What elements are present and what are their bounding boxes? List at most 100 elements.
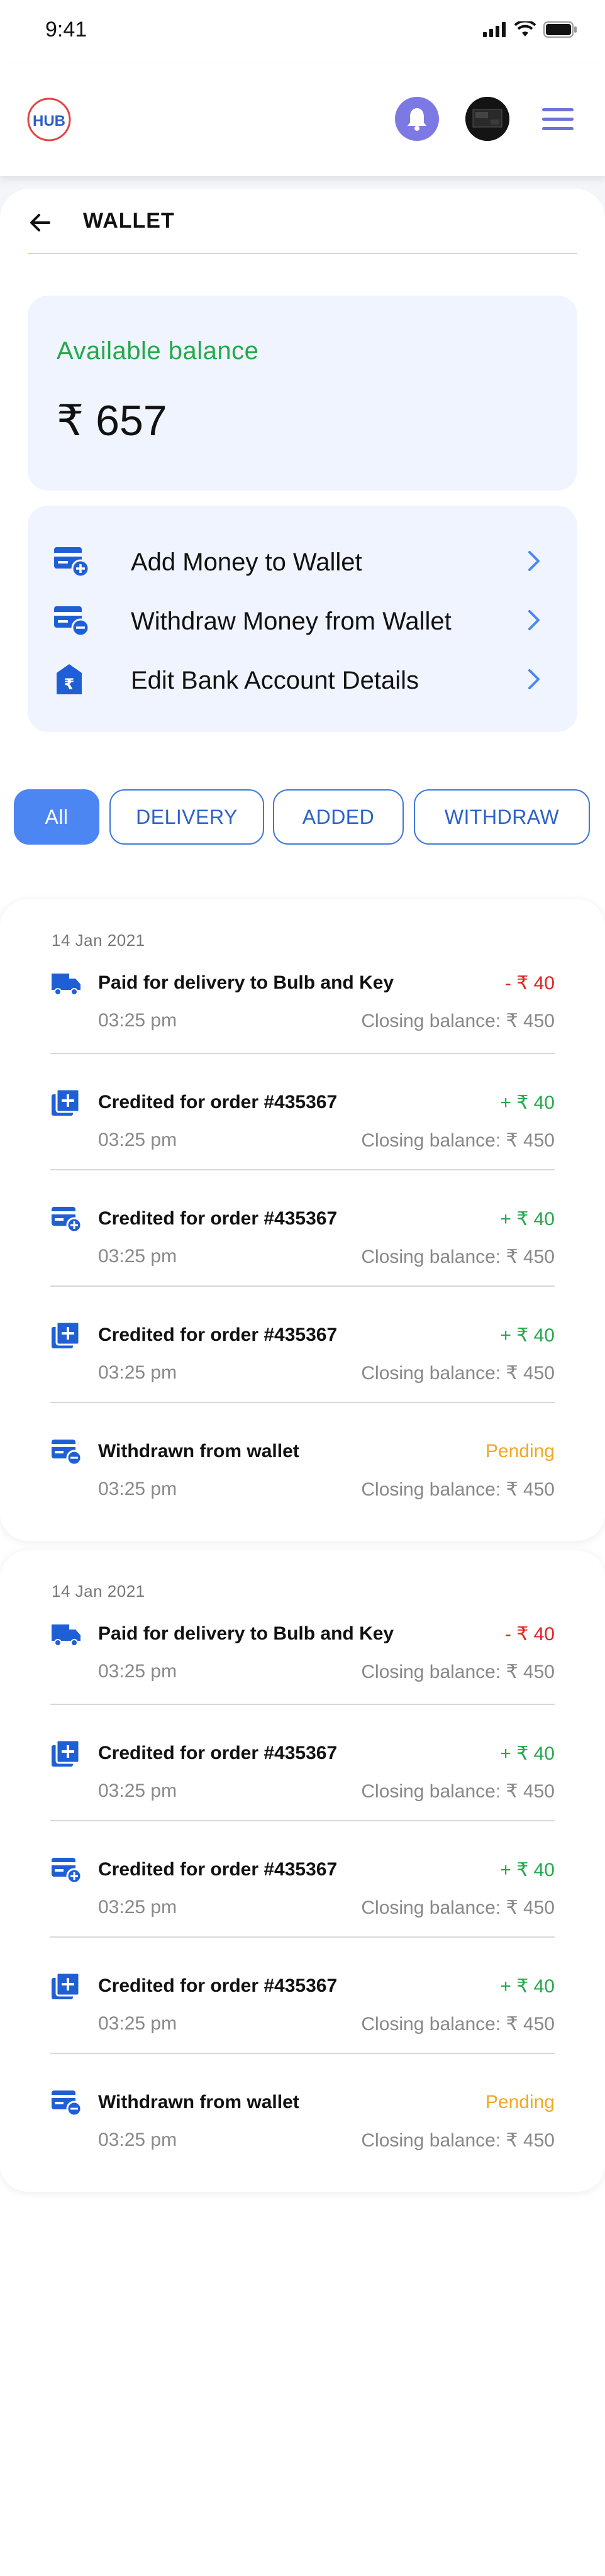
divider xyxy=(50,1704,555,1705)
wallet-withdraw-icon xyxy=(52,1440,82,1466)
transaction-title: Credited for order #435367 xyxy=(98,1859,338,1880)
transaction-time: 03:25 pm xyxy=(98,1362,177,1383)
closing-balance: Closing balance: ₹ 450 xyxy=(361,1897,555,1918)
hamburger-icon xyxy=(542,108,574,130)
balance-label: Available balance xyxy=(57,337,259,365)
transaction-title: Withdrawn from wallet xyxy=(98,1441,299,1462)
transaction-row[interactable]: Credited for order #435367 + ₹ 40 03:25 pm… xyxy=(50,1855,555,1974)
divider xyxy=(50,1820,555,1821)
transaction-amount: Pending xyxy=(485,2092,555,2112)
transaction-title: Withdrawn from wallet xyxy=(98,2092,299,2112)
transaction-amount: + ₹ 40 xyxy=(500,1976,555,1997)
transaction-title: Credited for order #435367 xyxy=(98,1324,338,1345)
transaction-time: 03:25 pm xyxy=(98,1661,177,1682)
closing-balance: Closing balance: ₹ 450 xyxy=(361,1130,555,1151)
delivery-truck-icon xyxy=(52,1624,80,1646)
transaction-row[interactable]: Withdrawn from wallet Pending 03:25 pm Clos… xyxy=(50,2088,555,2206)
transaction-title: Credited for order #435367 xyxy=(98,1092,338,1113)
svg-text:HUB: HUB xyxy=(33,113,65,130)
transaction-time: 03:25 pm xyxy=(98,1780,177,1801)
filter-withdraw[interactable]: WITHDRAW xyxy=(414,789,590,845)
wallet-add-icon xyxy=(54,547,89,577)
credit-plus-icon xyxy=(52,1321,80,1348)
transaction-amount: - ₹ 40 xyxy=(504,1624,555,1645)
bank-rupee-icon: ₹ xyxy=(57,664,82,694)
divider xyxy=(50,2053,555,2054)
wallet-withdraw-icon xyxy=(52,2090,82,2117)
transaction-amount: + ₹ 40 xyxy=(500,1092,555,1113)
transaction-row[interactable]: Credited for order #435367 + ₹ 40 03:25 pm… xyxy=(50,1088,555,1206)
transaction-row[interactable]: Credited for order #435367 + ₹ 40 03:25 pm… xyxy=(50,1972,555,2090)
closing-balance: Closing balance: ₹ 450 xyxy=(361,1781,555,1802)
delivery-truck-icon xyxy=(52,974,80,996)
status-icons xyxy=(483,21,577,38)
filter-all[interactable]: All xyxy=(14,789,99,845)
credit-plus-icon xyxy=(52,1088,80,1116)
transaction-row[interactable]: Withdrawn from wallet Pending 03:25 pm Clos… xyxy=(50,1437,555,1555)
divider xyxy=(50,1285,555,1287)
divider xyxy=(50,1169,555,1170)
closing-balance: Closing balance: ₹ 450 xyxy=(361,1662,555,1682)
closing-balance: Closing balance: ₹ 450 xyxy=(361,1246,555,1267)
closing-balance: Closing balance: ₹ 450 xyxy=(361,2130,555,2151)
transaction-group: 14 Jan 2021 Paid for delivery to Bulb and… xyxy=(0,899,605,1541)
transaction-row[interactable]: Paid for delivery to Bulb and Key - ₹ 40 0… xyxy=(50,1619,555,1738)
transaction-amount: + ₹ 40 xyxy=(500,1743,555,1764)
transaction-title: Paid for delivery to Bulb and Key xyxy=(98,972,394,993)
wallet-actions-card: Add Money to Wallet Withdraw Money from … xyxy=(28,506,577,732)
transaction-time: 03:25 pm xyxy=(98,1010,177,1031)
page-title: WALLET xyxy=(83,209,175,233)
credit-plus-icon xyxy=(52,1972,80,1999)
closing-balance: Closing balance: ₹ 450 xyxy=(361,1479,555,1500)
back-arrow-icon[interactable] xyxy=(28,210,53,235)
divider xyxy=(50,1936,555,1938)
wallet-withdraw-icon xyxy=(54,606,89,636)
transaction-row[interactable]: Credited for order #435367 + ₹ 40 03:25 pm… xyxy=(50,1321,555,1439)
transaction-title: Credited for order #435367 xyxy=(98,1208,338,1229)
filter-delivery[interactable]: DELIVERY xyxy=(109,789,264,845)
avatar[interactable] xyxy=(465,97,509,141)
transaction-time: 03:25 pm xyxy=(98,2129,177,2150)
transaction-amount: Pending xyxy=(485,1441,555,1462)
transaction-title: Paid for delivery to Bulb and Key xyxy=(98,1623,394,1644)
notification-button[interactable] xyxy=(395,97,439,141)
edit-bank-details-action[interactable]: ₹ Edit Bank Account Details xyxy=(28,654,577,704)
wifi-icon xyxy=(514,21,536,36)
divider xyxy=(50,1053,555,1054)
transaction-title: Credited for order #435367 xyxy=(98,1975,338,1996)
signal-icon xyxy=(483,22,506,37)
transaction-time: 03:25 pm xyxy=(98,2013,177,2034)
group-date: 14 Jan 2021 xyxy=(52,931,145,950)
transaction-time: 03:25 pm xyxy=(98,1897,177,1918)
filter-added[interactable]: ADDED xyxy=(273,789,404,845)
transaction-row[interactable]: Credited for order #435367 + ₹ 40 03:25 pm… xyxy=(50,1739,555,1857)
battery-icon xyxy=(543,21,577,38)
withdraw-money-label: Withdraw Money from Wallet xyxy=(131,608,452,635)
transaction-amount: + ₹ 40 xyxy=(500,1209,555,1230)
balance-card: Available balance ₹ 657 xyxy=(28,296,577,491)
transaction-amount: - ₹ 40 xyxy=(504,973,555,994)
transaction-time: 03:25 pm xyxy=(98,1130,177,1150)
transaction-amount: + ₹ 40 xyxy=(500,1325,555,1346)
page-header: WALLET xyxy=(28,189,577,254)
edit-bank-details-label: Edit Bank Account Details xyxy=(131,667,419,694)
add-money-label: Add Money to Wallet xyxy=(131,548,362,576)
hamburger-menu-button[interactable] xyxy=(540,107,576,132)
group-date: 14 Jan 2021 xyxy=(52,1582,145,1601)
transaction-row[interactable]: Paid for delivery to Bulb and Key - ₹ 40 0… xyxy=(50,969,555,1087)
hub-logo[interactable]: HUB xyxy=(26,97,72,142)
transaction-time: 03:25 pm xyxy=(98,1479,177,1499)
closing-balance: Closing balance: ₹ 450 xyxy=(361,2014,555,2035)
transaction-time: 03:25 pm xyxy=(98,1246,177,1267)
app-header: HUB xyxy=(0,63,605,176)
transaction-row[interactable]: Credited for order #435367 + ₹ 40 03:25 pm… xyxy=(50,1204,555,1323)
transaction-group: 14 Jan 2021 Paid for delivery to Bulb and… xyxy=(0,1550,605,2192)
chevron-right-icon xyxy=(528,669,540,689)
withdraw-money-action[interactable]: Withdraw Money from Wallet xyxy=(28,595,577,645)
bell-icon xyxy=(408,108,426,131)
transaction-amount: + ₹ 40 xyxy=(500,1860,555,1880)
status-time: 9:41 xyxy=(45,18,87,42)
chevron-right-icon xyxy=(528,551,540,571)
wallet-add-icon xyxy=(52,1207,82,1233)
add-money-action[interactable]: Add Money to Wallet xyxy=(28,536,577,586)
